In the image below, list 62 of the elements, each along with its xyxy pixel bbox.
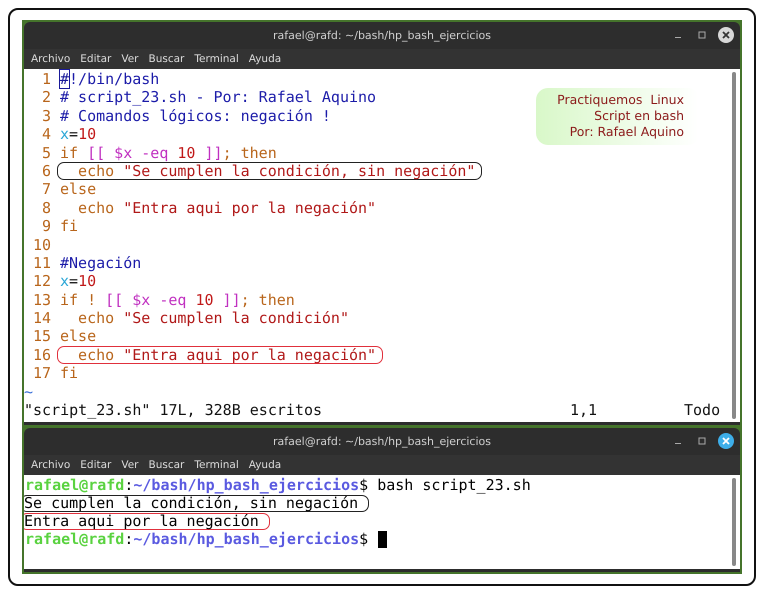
code-line: if [[ $x -eq 10 ]]; then: [59, 144, 278, 162]
menu-item[interactable]: Archivo: [26, 53, 76, 65]
line-number: 9: [40, 217, 52, 236]
scrollbar[interactable]: [732, 72, 736, 419]
window-title: rafael@rafd: ~/bash/hp_bash_ejercicios: [273, 435, 491, 448]
code-line: #Negación: [59, 254, 142, 272]
line-number: 6: [40, 162, 52, 180]
close-icon[interactable]: [718, 27, 734, 43]
line-number: 5: [40, 144, 52, 162]
code-line: x=10: [59, 272, 98, 291]
scroll-position: Todo: [684, 401, 720, 420]
menu-item[interactable]: Ayuda: [244, 53, 286, 65]
code-line: echo "Entra aqui por la negación": [77, 198, 378, 218]
menu-item[interactable]: Terminal: [189, 53, 244, 65]
menu-item[interactable]: Buscar: [144, 53, 190, 65]
menu-item[interactable]: Editar: [75, 53, 116, 65]
menu-item[interactable]: Ver: [116, 53, 144, 65]
line-number: 1: [40, 70, 52, 88]
line-number: 12: [32, 272, 52, 291]
note-text: Por: Rafael Aquino: [568, 124, 684, 140]
menu-item[interactable]: Buscar: [144, 459, 190, 471]
code-line: fi: [59, 217, 80, 236]
line-number: 16: [32, 346, 52, 364]
terminal-line: rafael@rafd:~/bash/hp_bash_ejercicios$: [24, 530, 370, 548]
menu-item[interactable]: Terminal: [189, 459, 244, 471]
line-number: 14: [32, 309, 52, 328]
close-icon[interactable]: [718, 433, 734, 449]
terminal-line: Entra aqui por la negación: [24, 512, 270, 530]
code-line: echo "Se cumplen la condición, sin negación": [57, 162, 482, 180]
code-line: # script_23.sh - Por: Rafael Aquino: [59, 88, 378, 107]
terminal-line: rafael@rafd:~/bash/hp_bash_ejercicios$ bash script_23.sh: [24, 476, 532, 494]
code-line: # Comandos lógicos: negación !: [59, 106, 332, 126]
line-number: 8: [40, 198, 52, 218]
code-line: fi: [59, 364, 80, 383]
line-number: 11: [32, 254, 52, 272]
scrollbar[interactable]: [732, 478, 736, 566]
line-number: 3: [40, 106, 52, 126]
menu-item[interactable]: Ayuda: [244, 459, 286, 471]
menu-item[interactable]: Ver: [116, 459, 144, 471]
line-number: 2: [40, 88, 52, 107]
menu-item[interactable]: Editar: [75, 459, 116, 471]
note-text: Script en bash: [593, 108, 684, 124]
status-message: "script_23.sh" 17L, 328B escritos: [24, 401, 324, 420]
code-line: echo "Entra aqui por la negación": [57, 346, 384, 364]
tilde-marker: ~: [24, 382, 34, 402]
window-title: rafael@rafd: ~/bash/hp_bash_ejercicios: [273, 29, 491, 42]
line-number: 10: [32, 236, 52, 254]
line-number: 7: [40, 180, 52, 199]
code-line: else: [59, 180, 98, 199]
terminal-line: Se cumplen la condición, sin negación: [24, 494, 370, 512]
code-line: x=10: [59, 125, 98, 144]
code-line: if ! [[ $x -eq 10 ]]; then: [59, 290, 296, 310]
code-line: else: [59, 327, 98, 346]
line-number: 17: [32, 364, 52, 383]
menu-item[interactable]: Archivo: [26, 459, 76, 471]
cursor-position: 1,1: [570, 401, 598, 420]
code-line: echo "Se cumplen la condición": [77, 309, 350, 328]
line-number: 13: [32, 290, 52, 310]
code-line: #!/bin/bash: [59, 70, 160, 88]
note-text: Practiquemos Linux: [556, 92, 684, 108]
line-number: 4: [40, 125, 52, 144]
line-number: 15: [32, 327, 52, 346]
